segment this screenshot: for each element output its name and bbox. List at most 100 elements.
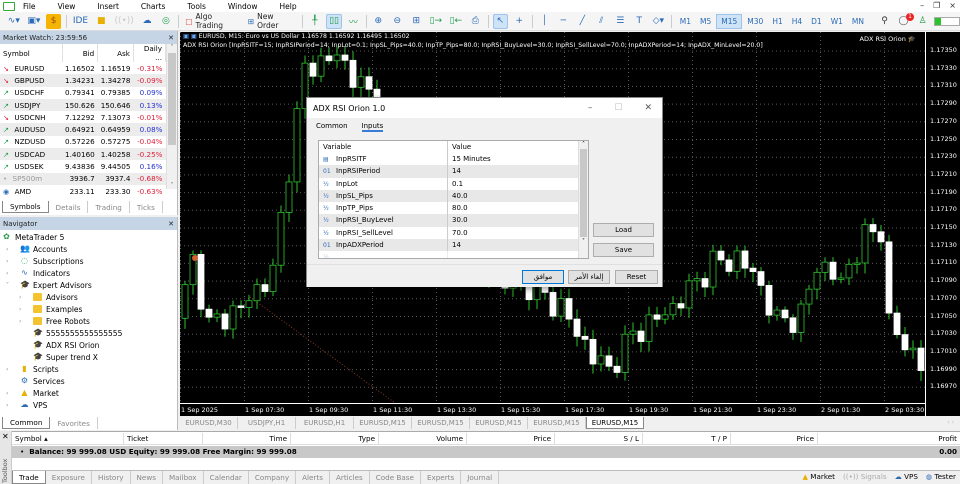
toolbox-tab-company[interactable]: Company [249, 471, 297, 484]
zoom-out-icon[interactable]: ⊖ [390, 14, 405, 29]
col-daily[interactable]: Daily ... [133, 44, 167, 62]
input-value[interactable]: 14 [448, 239, 573, 251]
tile-windows-icon[interactable]: ⊞ [409, 14, 424, 29]
input-row[interactable]: ½ InpRSI_SellLevel 70.0 [319, 226, 588, 240]
timeframe-m30[interactable]: M30 [743, 14, 767, 29]
toolbox-tab-history[interactable]: History [92, 471, 131, 484]
tree-item-super-trend-x[interactable]: 🎓 Super trend X [2, 351, 175, 363]
input-row[interactable]: ½ InpLot 0.1 [319, 177, 588, 190]
market-bag-icon[interactable]: ■ [94, 14, 109, 29]
search-icon[interactable]: ⚲ [877, 14, 892, 29]
col-type[interactable]: Type [291, 433, 379, 444]
input-row[interactable]: 01 InpADXPeriod 14 [319, 239, 588, 252]
menu-view[interactable]: View [58, 2, 76, 11]
toolbox-tab-journal[interactable]: Journal [461, 471, 500, 484]
deposit-icon[interactable]: $ [46, 13, 62, 29]
ok-button[interactable]: موافق [522, 270, 564, 284]
input-row[interactable]: ½ InpRSI_BuyLevel 30.0 [319, 214, 588, 227]
market-watch-row[interactable]: ↘ GBPUSD 1.34231 1.34278 -0.09% [0, 74, 166, 87]
tree-item-vps[interactable]: › ☁ VPS [2, 399, 175, 411]
tab-details[interactable]: Details [49, 201, 89, 213]
close-icon[interactable]: × [949, 1, 956, 10]
tab-inputs[interactable]: Inputs [361, 122, 384, 132]
restore-icon[interactable]: ❐ [933, 1, 940, 10]
reset-button[interactable]: Reset [615, 270, 658, 284]
input-value[interactable]: 80.0 [448, 202, 573, 214]
market-watch-scrollbar[interactable]: ˄ ˅ [166, 44, 177, 189]
market-watch-row[interactable]: ↘ USDCNH 7.12292 7.13073 -0.01% [0, 111, 166, 123]
toolbox-tab-experts[interactable]: Experts [421, 471, 462, 484]
col-price[interactable]: Price [467, 433, 555, 444]
tab-common[interactable]: Common [2, 417, 51, 429]
channel-icon[interactable]: ⫽ [594, 14, 609, 29]
market-watch-row[interactable]: ↗ NZDUSD 0.57226 0.57275 -0.04% [0, 136, 166, 148]
market-watch-row[interactable]: • SP500m 3936.7 3937.4 -0.68% [0, 172, 166, 185]
vps-link[interactable]: ☁ VPS [895, 472, 918, 481]
menu-help[interactable]: Help [279, 2, 296, 11]
col-price-current[interactable]: Price [731, 433, 818, 444]
timeframe-h4[interactable]: H4 [788, 14, 806, 29]
input-value[interactable]: 70.0 [448, 227, 573, 239]
market-watch-row[interactable]: ↘ EURUSD 1.16502 1.16519 -0.31% [0, 62, 166, 74]
tree-item-scripts[interactable]: › ▮ Scripts [2, 363, 175, 375]
toolbox-tab-articles[interactable]: Articles [330, 471, 370, 484]
input-value[interactable]: 0.1 [448, 178, 573, 190]
tester-link[interactable]: ◍ Tester [926, 472, 956, 481]
chart-tab[interactable]: EURUSD,M15 [412, 417, 470, 429]
col-ask[interactable]: Ask [97, 44, 134, 62]
input-row[interactable]: 01 InpRSIPeriod 14 [319, 165, 588, 178]
tab-favorites[interactable]: Favorites [50, 417, 98, 429]
horizontal-line-icon[interactable]: ─ [556, 14, 571, 29]
inputs-scrollbar[interactable]: ˄ ˅ [578, 141, 588, 258]
tab-symbols[interactable]: Symbols [2, 201, 49, 213]
market-watch-row[interactable]: ↗ USDCAD 1.40160 1.40258 -0.25% [0, 148, 166, 161]
market-watch-row[interactable]: ↗ USDJPY 150.626 150.646 0.13% [0, 98, 166, 112]
chart-tab[interactable]: EURUSD,M15 [354, 417, 412, 429]
tab-trading[interactable]: Trading [88, 201, 130, 213]
col-sl[interactable]: S / L [555, 433, 643, 444]
ide-button[interactable]: IDE [71, 14, 90, 29]
toolbox-tab-mailbox[interactable]: Mailbox [163, 471, 204, 484]
tree-item-services[interactable]: ⚙ Services [2, 375, 175, 387]
market-watch-row[interactable]: ◉ AMD 233.11 233.30 -0.63% [0, 185, 166, 197]
crosshair-icon[interactable]: + [512, 14, 527, 29]
tree-item-indicators[interactable]: › ∿ Indicators [2, 267, 175, 279]
toolbox-tab-exposure[interactable]: Exposure [46, 471, 92, 484]
input-row[interactable]: ½ InpSL_Pips 40.0 [319, 189, 588, 203]
tab-common[interactable]: Common [316, 122, 348, 132]
signals-link[interactable]: ((•)) Signals [843, 472, 887, 481]
maximize-icon[interactable]: ☐ [614, 103, 622, 113]
vertical-line-icon[interactable]: │ [537, 14, 552, 29]
input-value[interactable]: 30.0 [448, 214, 573, 226]
tree-item-free-robots[interactable]: › Free Robots [2, 315, 175, 327]
toolbox-tab-alerts[interactable]: Alerts [296, 471, 330, 484]
timeframe-d1[interactable]: D1 [807, 14, 826, 29]
chart-tab[interactable]: USDJPY,H1 [238, 417, 296, 429]
tree-item-accounts[interactable]: › 👥 Accounts [2, 243, 175, 255]
tree-item-expert-advisors[interactable]: ˅ 🎓 Expert Advisors [2, 279, 175, 291]
timeframe-mn[interactable]: MN [848, 14, 868, 29]
chart-tab[interactable]: EURUSD,M30 [180, 417, 238, 429]
menu-file[interactable]: File [23, 2, 36, 11]
tree-item-adx-rsi-orion[interactable]: 🎓 ADX RSI Orion [2, 339, 175, 351]
vps-cloud-icon[interactable]: ☁ [139, 14, 154, 29]
timeframe-m1[interactable]: M1 [676, 14, 695, 29]
chart-tab[interactable]: EURUSD,M15 [470, 417, 528, 429]
col-bid[interactable]: Bid [62, 44, 99, 62]
line-chart-icon[interactable]: 〰 [346, 14, 361, 29]
minimize-icon[interactable]: – [920, 1, 924, 10]
market-watch-row[interactable]: ↗ USDSEK 9.43836 9.44505 0.16% [0, 160, 166, 172]
market-watch-row[interactable]: ↗ USDCHF 0.79341 0.79385 0.09% [0, 87, 166, 99]
chart-tab[interactable]: EURUSD,M15 [528, 417, 586, 429]
menu-window[interactable]: Window [228, 2, 258, 11]
autoscroll-icon[interactable]: ▯← [448, 14, 464, 29]
trendline-icon[interactable]: ╱ [575, 14, 590, 29]
tree-item-subscriptions[interactable]: › ◌ Subscriptions [2, 255, 175, 267]
chart-tab[interactable]: EURUSD,M15 [586, 417, 644, 429]
input-value[interactable]: 40.0 [448, 190, 573, 202]
chart-shift-icon[interactable]: ▯→ [428, 14, 444, 29]
market-watch-row[interactable]: ↗ AUDUSD 0.64921 0.64959 0.08% [0, 123, 166, 136]
save-button[interactable]: Save [593, 243, 654, 257]
signals-icon[interactable]: ((•)) [113, 14, 136, 29]
minimize-icon[interactable]: – [588, 103, 593, 113]
